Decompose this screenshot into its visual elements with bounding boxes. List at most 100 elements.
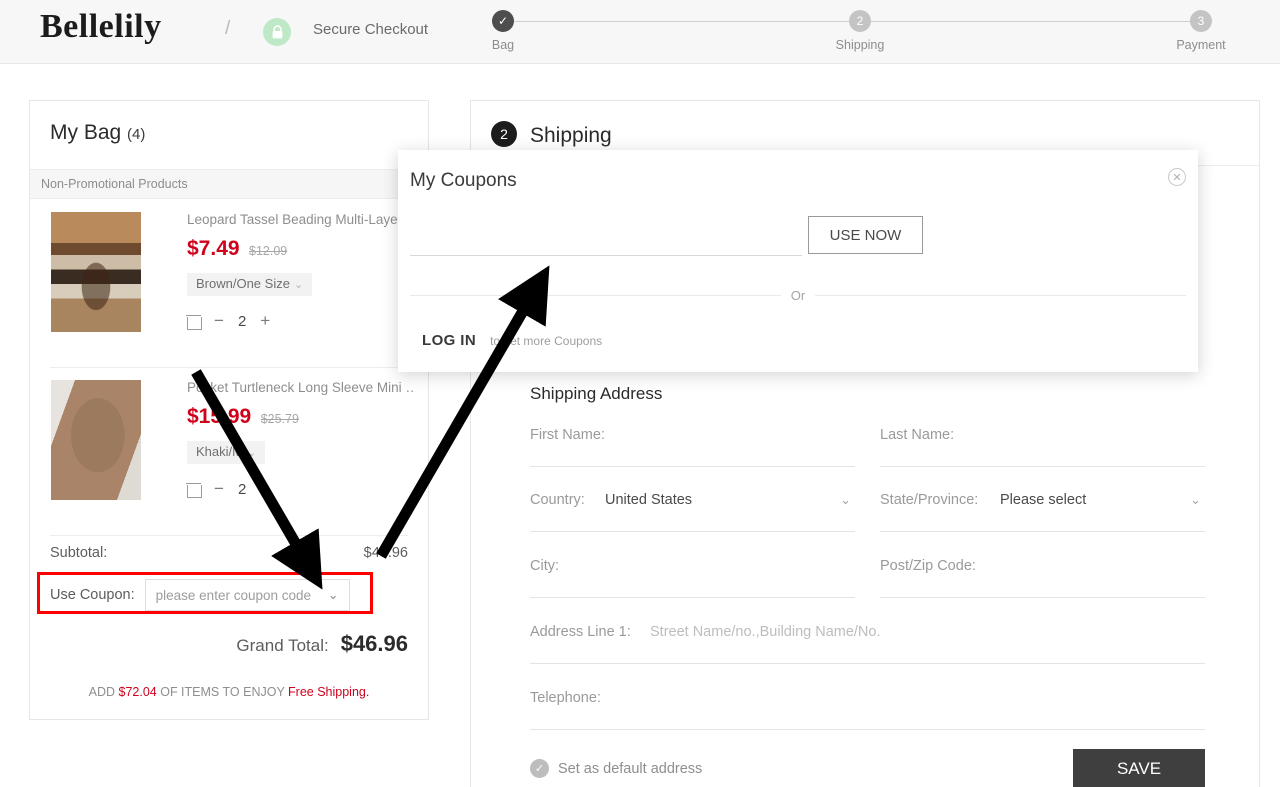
quantity-increase-button[interactable]: + bbox=[260, 311, 270, 331]
free-shipping-prefix: ADD bbox=[88, 685, 119, 699]
last-name-label: Last Name: bbox=[880, 427, 955, 443]
product-name[interactable]: Pocket Turtleneck Long Sleeve Mini … bbox=[187, 380, 415, 395]
progress-step-shipping[interactable]: 2 Shipping bbox=[805, 6, 915, 52]
product-thumbnail[interactable] bbox=[51, 212, 141, 332]
step-bag-marker: ✓ bbox=[492, 10, 514, 32]
city-field[interactable]: City: bbox=[530, 552, 855, 598]
quantity-value: 2 bbox=[237, 480, 247, 498]
cart-panel: My Bag (4) Non-Promotional Products Leop… bbox=[29, 100, 429, 720]
divider-line-right bbox=[815, 295, 1187, 296]
close-icon[interactable]: ✕ bbox=[1168, 168, 1186, 186]
header-separator: / bbox=[225, 18, 231, 39]
shipping-step-title: Shipping bbox=[530, 124, 612, 147]
product-thumbnail[interactable] bbox=[51, 380, 141, 500]
save-button[interactable]: SAVE bbox=[1073, 749, 1205, 787]
address-line-1-placeholder: Street Name/no.,Building Name/No. bbox=[650, 624, 881, 640]
progress-step-bag[interactable]: ✓ Bag bbox=[448, 6, 558, 52]
free-shipping-amount: $72.04 bbox=[118, 685, 157, 699]
telephone-field[interactable]: Telephone: bbox=[530, 684, 1205, 730]
address-line-1-label: Address Line 1: bbox=[530, 624, 631, 640]
free-shipping-suffix: Free Shipping. bbox=[288, 685, 370, 699]
cart-item: Pocket Turtleneck Long Sleeve Mini … $15… bbox=[30, 367, 428, 535]
login-link[interactable]: LOG IN bbox=[422, 332, 476, 349]
secure-checkout-label: Secure Checkout bbox=[313, 21, 429, 38]
last-name-field[interactable]: Last Name: bbox=[880, 421, 1205, 467]
coupon-code-input[interactable] bbox=[410, 216, 802, 256]
state-value: Please select bbox=[1000, 492, 1087, 508]
quantity-decrease-button[interactable]: − bbox=[214, 479, 224, 499]
or-divider: Or bbox=[410, 288, 1187, 303]
coupon-select[interactable]: please enter coupon code ⌄ bbox=[144, 579, 350, 611]
product-price: $15.99 bbox=[187, 405, 252, 428]
cart-item-count: (4) bbox=[127, 126, 146, 143]
use-now-button[interactable]: USE NOW bbox=[808, 216, 923, 254]
product-name[interactable]: Leopard Tassel Beading Multi-Layer… bbox=[187, 212, 415, 227]
subtotal-label: Subtotal: bbox=[50, 545, 108, 561]
lock-icon bbox=[263, 18, 291, 46]
or-label: Or bbox=[790, 288, 806, 303]
chevron-down-icon: ⌄ bbox=[246, 447, 257, 459]
delete-item-icon[interactable] bbox=[186, 482, 202, 498]
coupon-row: Use Coupon: please enter coupon code ⌄ bbox=[50, 579, 350, 611]
delete-item-icon[interactable] bbox=[186, 314, 202, 330]
coupon-code-text[interactable] bbox=[410, 216, 802, 255]
site-header: Bellelily / Secure Checkout ✓ Bag 2 Ship… bbox=[0, 0, 1280, 64]
country-label: Country: bbox=[530, 492, 585, 508]
step-payment-marker: 3 bbox=[1190, 10, 1212, 32]
quantity-stepper: − 2 + bbox=[186, 311, 270, 331]
step-shipping-marker: 2 bbox=[849, 10, 871, 32]
coupon-label: Use Coupon: bbox=[50, 587, 135, 603]
brand-logo[interactable]: Bellelily bbox=[40, 8, 162, 46]
state-select[interactable]: State/Province: Please select ⌄ bbox=[880, 486, 1205, 532]
step-bag-label: Bag bbox=[491, 38, 515, 52]
telephone-label: Telephone: bbox=[530, 690, 601, 706]
grand-total-value: $46.96 bbox=[340, 631, 408, 656]
quantity-decrease-button[interactable]: − bbox=[214, 311, 224, 331]
shipping-step-badge: 2 bbox=[491, 121, 517, 147]
product-original-price: $25.79 bbox=[260, 412, 299, 426]
subtotal-row: Subtotal: $48.96 bbox=[50, 545, 408, 561]
quantity-stepper: − 2 + bbox=[186, 479, 270, 499]
first-name-field[interactable]: First Name: bbox=[530, 421, 855, 467]
divider-line-left bbox=[410, 295, 781, 296]
checkout-page: Bellelily / Secure Checkout ✓ Bag 2 Ship… bbox=[0, 0, 1280, 787]
default-address-row[interactable]: ✓ Set as default address bbox=[530, 759, 702, 778]
free-shipping-note: ADD $72.04 OF ITEMS TO ENJOY Free Shippi… bbox=[50, 685, 408, 699]
cart-section-label: Non-Promotional Products bbox=[30, 169, 428, 199]
city-label: City: bbox=[530, 558, 559, 574]
cart-title: My Bag (4) bbox=[50, 121, 145, 145]
modal-title: My Coupons bbox=[410, 170, 517, 191]
coupon-placeholder-text: please enter coupon code bbox=[155, 587, 312, 603]
quantity-value: 2 bbox=[237, 312, 247, 330]
login-row: LOG IN to get more Coupons bbox=[422, 332, 602, 349]
country-select[interactable]: Country: United States ⌄ bbox=[530, 486, 855, 532]
chevron-down-icon: ⌄ bbox=[293, 279, 304, 291]
state-label: State/Province: bbox=[880, 492, 979, 508]
zip-field[interactable]: Post/Zip Code: bbox=[880, 552, 1205, 598]
product-variant-select[interactable]: Brown/One Size ⌄ bbox=[187, 273, 313, 296]
subtotal-value: $48.96 bbox=[363, 545, 408, 561]
progress-step-payment[interactable]: 3 Payment bbox=[1146, 6, 1256, 52]
step-payment-label: Payment bbox=[1176, 38, 1226, 52]
quantity-increase-button[interactable]: + bbox=[260, 479, 270, 499]
cart-divider bbox=[50, 535, 408, 536]
chevron-down-icon: ⌄ bbox=[1190, 492, 1201, 507]
zip-label: Post/Zip Code: bbox=[880, 558, 976, 574]
chevron-down-icon: ⌄ bbox=[327, 587, 339, 602]
product-price-group: $7.49 $12.09 bbox=[187, 237, 287, 261]
lock-glyph bbox=[272, 24, 282, 38]
checkout-progress: ✓ Bag 2 Shipping 3 Payment bbox=[480, 6, 1255, 62]
address-line-1-field[interactable]: Address Line 1: Street Name/no.,Building… bbox=[530, 618, 1205, 664]
default-address-label: Set as default address bbox=[558, 760, 703, 777]
chevron-down-icon: ⌄ bbox=[840, 492, 851, 507]
login-hint-text: to get more Coupons bbox=[490, 334, 603, 348]
checkmark-icon[interactable]: ✓ bbox=[530, 759, 549, 778]
grand-total-row: Grand Total: $46.96 bbox=[50, 631, 408, 657]
coupon-modal: My Coupons ✕ USE NOW Or LOG IN to get mo… bbox=[398, 150, 1198, 372]
step-shipping-label: Shipping bbox=[835, 38, 885, 52]
shipping-address-title: Shipping Address bbox=[530, 384, 663, 403]
product-variant-select[interactable]: Khaki/M ⌄ bbox=[187, 441, 266, 464]
cart-title-text: My Bag bbox=[50, 121, 122, 144]
product-price-group: $15.99 $25.79 bbox=[187, 405, 299, 429]
product-variant-label: Khaki/M bbox=[196, 444, 243, 459]
